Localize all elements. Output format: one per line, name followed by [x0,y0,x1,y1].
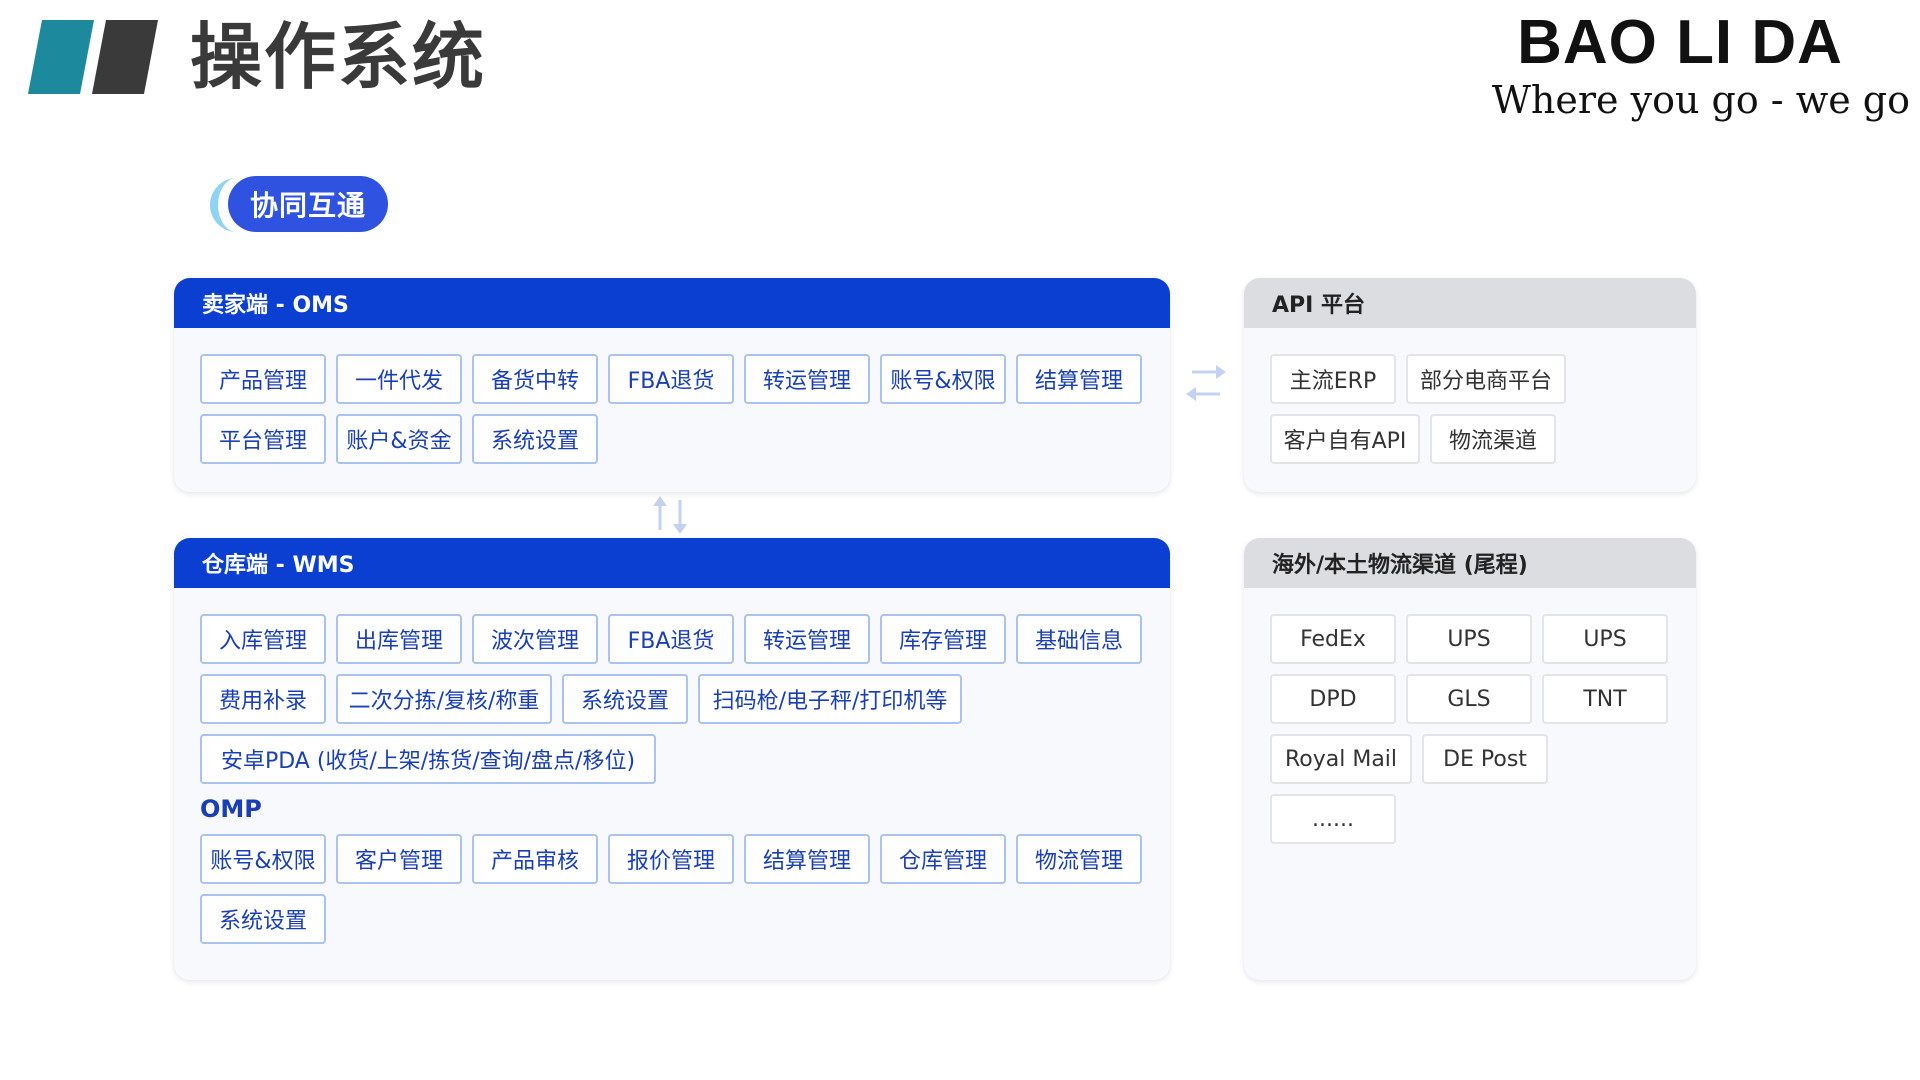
logistics-panel: 海外/本土物流渠道 (尾程) FedEx UPS UPS DPD GLS TNT… [1244,538,1696,980]
api-chip[interactable]: 主流ERP [1270,354,1396,404]
wms-module-chip[interactable]: 基础信息 [1016,614,1142,664]
swap-horizontal-icon [1186,360,1226,406]
brand-name: BAO LI DA [1517,8,1843,77]
omp-module-chip[interactable]: 报价管理 [608,834,734,884]
oms-panel: 卖家端 - OMS 产品管理 一件代发 备货中转 FBA退货 转运管理 账号&权… [174,278,1170,492]
wms-row-2: 费用补录 二次分拣/复核/称重 系统设置 扫码枪/电子秤/打印机等 [200,674,1144,724]
logistics-panel-title: 海外/本土物流渠道 (尾程) [1244,538,1696,588]
oms-module-chip[interactable]: 平台管理 [200,414,326,464]
carrier-chip[interactable]: DPD [1270,674,1396,724]
api-panel: API 平台 主流ERP 部分电商平台 客户自有API 物流渠道 [1244,278,1696,492]
carrier-chip[interactable]: Royal Mail [1270,734,1412,784]
logistics-row-4: ...... [1270,794,1670,844]
wms-module-chip[interactable]: 波次管理 [472,614,598,664]
wms-module-chip[interactable]: 入库管理 [200,614,326,664]
omp-module-chip[interactable]: 系统设置 [200,894,326,944]
api-chip[interactable]: 客户自有API [1270,414,1420,464]
oms-module-chip[interactable]: 备货中转 [472,354,598,404]
omp-module-chip[interactable]: 物流管理 [1016,834,1142,884]
oms-row-1: 产品管理 一件代发 备货中转 FBA退货 转运管理 账号&权限 结算管理 [200,354,1144,404]
wms-module-chip[interactable]: 扫码枪/电子秤/打印机等 [698,674,962,724]
wms-module-chip[interactable]: 二次分拣/复核/称重 [336,674,552,724]
wms-panel: 仓库端 - WMS 入库管理 出库管理 波次管理 FBA退货 转运管理 库存管理… [174,538,1170,980]
omp-module-chip[interactable]: 结算管理 [744,834,870,884]
swap-vertical-icon [648,496,694,534]
wms-panel-title: 仓库端 - WMS [174,538,1170,588]
wms-module-chip[interactable]: 安卓PDA (收货/上架/拣货/查询/盘点/移位) [200,734,656,784]
oms-module-chip[interactable]: 账号&权限 [880,354,1006,404]
oms-module-chip[interactable]: 一件代发 [336,354,462,404]
oms-panel-title: 卖家端 - OMS [174,278,1170,328]
page-title: 操作系统 [190,15,487,99]
oms-module-chip[interactable]: FBA退货 [608,354,734,404]
brand-block: BAO LI DA Where you go - we go [1490,6,1910,122]
api-row-1: 主流ERP 部分电商平台 [1270,354,1670,404]
omp-module-chip[interactable]: 客户管理 [336,834,462,884]
api-row-2: 客户自有API 物流渠道 [1270,414,1670,464]
oms-module-chip[interactable]: 转运管理 [744,354,870,404]
omp-label: OMP [200,795,262,823]
pill-label: 协同互通 [228,176,388,232]
oms-module-chip[interactable]: 结算管理 [1016,354,1142,404]
carrier-chip[interactable]: FedEx [1270,614,1396,664]
api-chip[interactable]: 部分电商平台 [1406,354,1566,404]
oms-row-2: 平台管理 账户&资金 系统设置 [200,414,1144,464]
wms-module-chip[interactable]: 库存管理 [880,614,1006,664]
carrier-chip[interactable]: UPS [1406,614,1532,664]
carrier-chip[interactable]: TNT [1542,674,1668,724]
wms-module-chip[interactable]: 费用补录 [200,674,326,724]
omp-module-chip[interactable]: 账号&权限 [200,834,326,884]
collaboration-pill: 协同互通 [210,176,390,234]
wms-row-1: 入库管理 出库管理 波次管理 FBA退货 转运管理 库存管理 基础信息 [200,614,1144,664]
wms-module-chip[interactable]: 系统设置 [562,674,688,724]
omp-row-1: 账号&权限 客户管理 产品审核 报价管理 结算管理 仓库管理 物流管理 [200,834,1144,884]
logistics-row-3: Royal Mail DE Post [1270,734,1670,784]
carrier-chip[interactable]: UPS [1542,614,1668,664]
api-panel-title: API 平台 [1244,278,1696,328]
carrier-chip-more[interactable]: ...... [1270,794,1396,844]
title-decoration-bars [28,20,158,94]
api-chip[interactable]: 物流渠道 [1430,414,1556,464]
wms-row-3: 安卓PDA (收货/上架/拣货/查询/盘点/移位) [200,734,1144,784]
oms-module-chip[interactable]: 产品管理 [200,354,326,404]
wms-module-chip[interactable]: 转运管理 [744,614,870,664]
logistics-row-1: FedEx UPS UPS [1270,614,1670,664]
omp-module-chip[interactable]: 仓库管理 [880,834,1006,884]
carrier-chip[interactable]: DE Post [1422,734,1548,784]
oms-module-chip[interactable]: 系统设置 [472,414,598,464]
logistics-row-2: DPD GLS TNT [1270,674,1670,724]
brand-slogan: Where you go - we go [1491,78,1910,123]
omp-module-chip[interactable]: 产品审核 [472,834,598,884]
carrier-chip[interactable]: GLS [1406,674,1532,724]
wms-module-chip[interactable]: 出库管理 [336,614,462,664]
wms-module-chip[interactable]: FBA退货 [608,614,734,664]
omp-row-2: 系统设置 [200,894,1144,944]
oms-module-chip[interactable]: 账户&资金 [336,414,462,464]
